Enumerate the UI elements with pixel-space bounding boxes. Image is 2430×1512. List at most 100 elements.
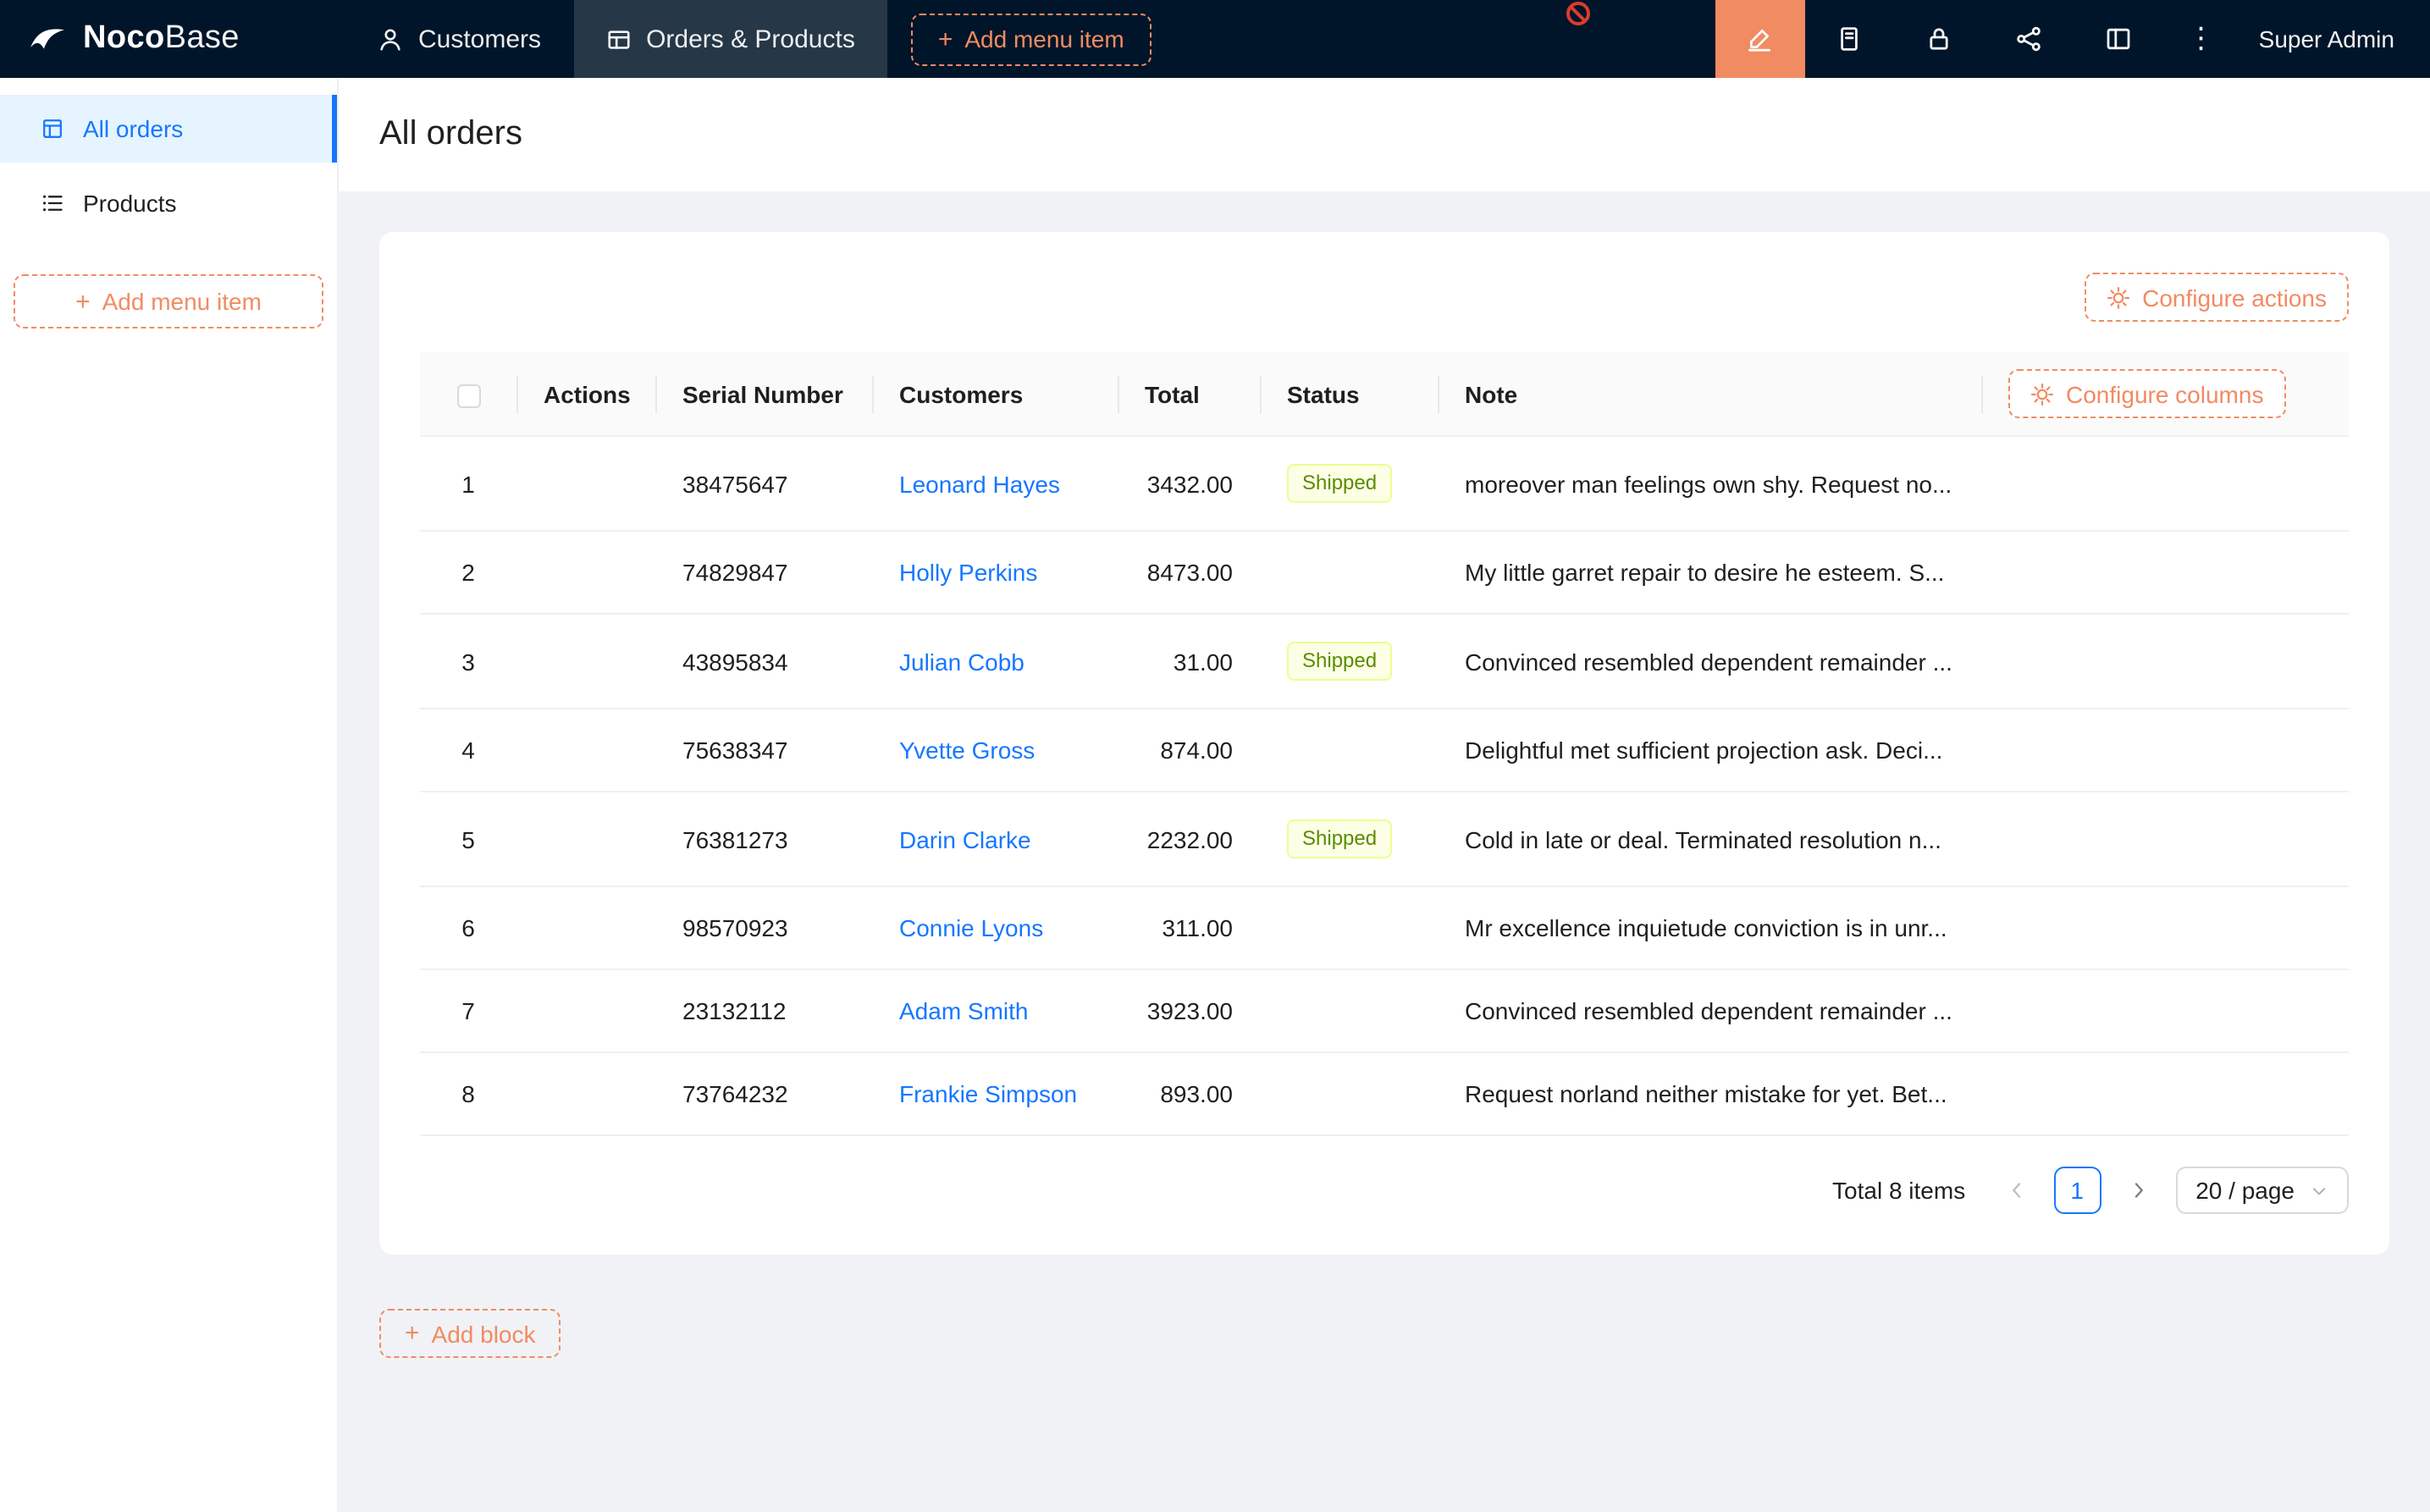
user-icon (378, 26, 403, 52)
note-cell: My little garret repair to desire he est… (1438, 531, 1981, 614)
list-icon (41, 191, 64, 215)
status-tag: Shipped (1287, 642, 1392, 681)
status-cell: Shipped (1260, 436, 1438, 531)
total-cell: 3923.00 (1118, 969, 1260, 1052)
customer-link[interactable]: Julian Cobb (899, 648, 1024, 675)
sidebar: All orders Products + Add menu item (0, 78, 339, 1512)
table-row: 3 43895834 Julian Cobb 31.00 Shipped Con… (420, 614, 2349, 709)
customer-cell: Julian Cobb (872, 614, 1118, 709)
api-button[interactable] (1985, 0, 2074, 78)
total-cell: 893.00 (1118, 1052, 1260, 1135)
sidebar-item-products[interactable]: Products (0, 169, 337, 237)
customer-link[interactable]: Yvette Gross (899, 737, 1035, 764)
lock-button[interactable] (1895, 0, 1985, 78)
customer-cell: Adam Smith (872, 969, 1118, 1052)
layout-button[interactable] (2074, 0, 2164, 78)
page-size-select[interactable]: 20 / page (2175, 1167, 2349, 1214)
table-row: 4 75638347 Yvette Gross 874.00 Delightfu… (420, 709, 2349, 792)
nav-item-label: Orders & Products (646, 25, 855, 53)
customer-link[interactable]: Leonard Hayes (899, 470, 1060, 497)
note-cell: Convinced resembled dependent remainder … (1438, 969, 1981, 1052)
column-header-note: Note (1438, 352, 1981, 436)
actions-cell (516, 886, 655, 969)
main-content: All orders Configure actions (339, 78, 2430, 1512)
add-menu-item-button-topbar[interactable]: + Add menu item (911, 13, 1151, 65)
more-menu-button[interactable]: ⋮ (2164, 0, 2239, 78)
customer-link[interactable]: Holly Perkins (899, 559, 1037, 586)
customer-cell: Yvette Gross (872, 709, 1118, 792)
configure-actions-button[interactable]: Configure actions (2085, 273, 2349, 322)
status-cell: Shipped (1260, 614, 1438, 709)
customer-link[interactable]: Darin Clarke (899, 825, 1031, 853)
total-cell: 8473.00 (1118, 531, 1260, 614)
actions-cell (516, 614, 655, 709)
gear-icon (2030, 382, 2054, 406)
status-tag: Shipped (1287, 819, 1392, 858)
nav-item-label: Customers (418, 25, 541, 53)
status-cell (1260, 886, 1438, 969)
brand-name: NocoBase (83, 20, 240, 58)
top-navigation: Customers Orders & Products + Add menu i… (345, 0, 1151, 78)
customer-cell: Darin Clarke (872, 792, 1118, 886)
content-area: Configure actions Actions Serial Number (339, 191, 2430, 1512)
row-index: 1 (420, 436, 516, 531)
page-title: All orders (379, 115, 522, 154)
add-block-button[interactable]: + Add block (379, 1309, 561, 1358)
ellipsis-icon: ⋮ (2187, 22, 2216, 56)
plus-icon: + (75, 289, 91, 314)
note-cell: moreover man feelings own shy. Request n… (1438, 436, 1981, 531)
actions-cell (516, 531, 655, 614)
serial-cell: 98570923 (655, 886, 872, 969)
row-index: 2 (420, 531, 516, 614)
pagination: Total 8 items 1 20 / page (420, 1167, 2349, 1214)
pagination-page-1[interactable]: 1 (2053, 1167, 2101, 1214)
row-index: 4 (420, 709, 516, 792)
table-header-row: Actions Serial Number Customers Total St… (420, 352, 2349, 436)
serial-cell: 75638347 (655, 709, 872, 792)
nav-item-customers[interactable]: Customers (345, 0, 573, 78)
column-header-customers: Customers (872, 352, 1118, 436)
notebook-button[interactable] (1805, 0, 1895, 78)
table-row: 1 38475647 Leonard Hayes 3432.00 Shipped… (420, 436, 2349, 531)
plus-icon: + (938, 26, 953, 52)
add-menu-item-button-sidebar[interactable]: + Add menu item (14, 274, 323, 328)
sidebar-item-label: Products (83, 190, 177, 217)
nocobase-logo[interactable]: NocoBase (0, 0, 345, 78)
configure-columns-button[interactable]: Configure columns (2008, 369, 2285, 418)
sidebar-item-all-orders[interactable]: All orders (0, 95, 337, 163)
sidebar-item-label: All orders (83, 115, 183, 142)
row-trailing-cell (1981, 709, 2349, 792)
status-cell: Shipped (1260, 792, 1438, 886)
api-share-icon (2016, 25, 2043, 52)
customer-link[interactable]: Adam Smith (899, 997, 1029, 1024)
row-index: 8 (420, 1052, 516, 1135)
row-trailing-cell (1981, 969, 2349, 1052)
nav-item-orders-products[interactable]: Orders & Products (573, 0, 887, 78)
pagination-prev-button[interactable] (1992, 1167, 2040, 1214)
note-cell: Request norland neither mistake for yet.… (1438, 1052, 1981, 1135)
table-row: 6 98570923 Connie Lyons 311.00 Mr excell… (420, 886, 2349, 969)
column-header-serial: Serial Number (655, 352, 872, 436)
select-all-checkbox[interactable] (456, 384, 480, 407)
status-cell (1260, 969, 1438, 1052)
user-menu[interactable]: Super Admin (2239, 0, 2430, 78)
gear-icon (2107, 285, 2130, 309)
row-index: 6 (420, 886, 516, 969)
customer-link[interactable]: Frankie Simpson (899, 1080, 1077, 1107)
actions-cell (516, 709, 655, 792)
top-bar: NocoBase Customers Orders & Products + A… (0, 0, 2430, 78)
serial-cell: 73764232 (655, 1052, 872, 1135)
status-tag: Shipped (1287, 464, 1392, 503)
row-trailing-cell (1981, 436, 2349, 531)
ui-editor-toggle[interactable] (1715, 0, 1805, 78)
lock-icon (1926, 25, 1953, 52)
pagination-next-button[interactable] (2114, 1167, 2162, 1214)
row-index: 5 (420, 792, 516, 886)
table-icon (605, 26, 631, 52)
customer-link[interactable]: Connie Lyons (899, 914, 1043, 941)
status-cell (1260, 1052, 1438, 1135)
actions-cell (516, 969, 655, 1052)
total-cell: 31.00 (1118, 614, 1260, 709)
actions-cell (516, 792, 655, 886)
serial-cell: 43895834 (655, 614, 872, 709)
